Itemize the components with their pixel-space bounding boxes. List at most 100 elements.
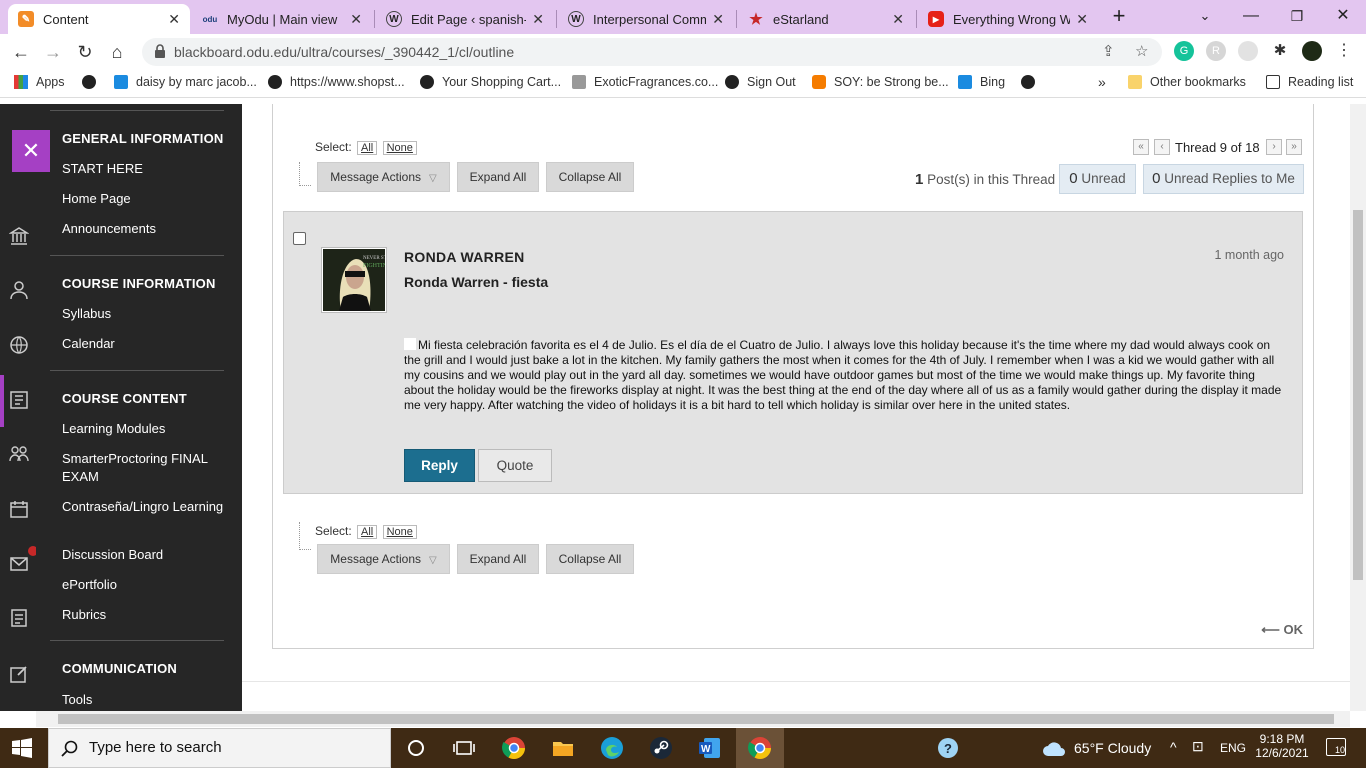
steam-icon[interactable]	[649, 736, 673, 760]
tab-estarland[interactable]: ★ eStarland ✕	[738, 4, 914, 34]
scrollbar-thumb[interactable]	[58, 714, 1334, 724]
close-icon[interactable]: ✕	[350, 11, 362, 28]
tools-edit-icon[interactable]	[9, 664, 29, 684]
bookmark-globe[interactable]	[82, 75, 104, 89]
collapse-all-button[interactable]: Collapse All	[546, 162, 634, 192]
reply-button[interactable]: Reply	[404, 449, 475, 482]
select-all-link[interactable]: All	[357, 525, 378, 539]
scrollbar-thumb[interactable]	[1353, 210, 1363, 580]
notifications-icon[interactable]: 10	[1326, 738, 1346, 756]
restore-icon[interactable]: ❐	[1282, 4, 1312, 28]
minimize-icon[interactable]: —	[1236, 4, 1266, 28]
close-icon[interactable]: ✕	[1076, 11, 1088, 28]
globe-icon[interactable]	[9, 335, 29, 355]
windows-start-icon[interactable]	[12, 738, 32, 758]
edge-icon[interactable]	[600, 736, 624, 760]
menu-item-rubrics[interactable]: Rubrics	[62, 606, 232, 624]
tab-myodu[interactable]: odu MyOdu | Main view ✕	[192, 4, 372, 34]
bookmark-soy[interactable]: SOY: be Strong be...	[812, 75, 949, 89]
bookmark-exotic[interactable]: ExoticFragrances.co...	[572, 75, 718, 89]
menu-item-syllabus[interactable]: Syllabus	[62, 305, 232, 323]
menu-item-announcements[interactable]: Announcements	[62, 220, 232, 238]
reading-list[interactable]: Reading list	[1266, 75, 1353, 89]
close-icon[interactable]: ✕	[712, 11, 724, 28]
profile-icon[interactable]	[9, 280, 29, 300]
home-icon[interactable]: ⌂	[104, 40, 130, 64]
close-menu-button[interactable]: ✕	[12, 130, 50, 172]
calendar-icon[interactable]	[9, 499, 29, 519]
chrome-icon[interactable]	[748, 736, 772, 760]
avatar[interactable]: NEVER STO FIGHTIN	[321, 247, 391, 313]
select-none-link[interactable]: None	[382, 141, 417, 155]
organizations-icon[interactable]	[9, 444, 29, 464]
tab-edit-page[interactable]: W Edit Page ‹ spanish-pc ✕	[376, 4, 554, 34]
previous-thread-icon[interactable]: ‹	[1154, 139, 1170, 155]
menu-kebab-icon[interactable]: ⋮	[1334, 41, 1354, 61]
taskbar-search[interactable]: Type here to search	[48, 728, 391, 768]
grades-icon[interactable]	[9, 608, 29, 628]
select-all-link[interactable]: All	[357, 141, 378, 155]
chevron-up-icon[interactable]: ^	[1170, 739, 1177, 755]
bookmark-shopst[interactable]: https://www.shopst...	[268, 75, 405, 89]
last-thread-icon[interactable]: »	[1286, 139, 1302, 155]
expand-all-button[interactable]: Expand All	[457, 162, 539, 192]
institution-icon[interactable]	[9, 226, 29, 246]
bookmark-apps[interactable]: Apps	[14, 75, 65, 89]
first-thread-icon[interactable]: «	[1133, 139, 1149, 155]
network-icon[interactable]: ⊡	[1192, 738, 1204, 755]
menu-item-eportfolio[interactable]: ePortfolio	[62, 576, 232, 594]
menu-item-start-here[interactable]: START HERE	[62, 160, 232, 178]
quote-button[interactable]: Quote	[478, 449, 552, 482]
extension-circle-icon[interactable]	[1238, 41, 1258, 61]
file-explorer-icon[interactable]	[551, 736, 575, 760]
menu-item-tools[interactable]: Tools	[62, 691, 232, 709]
word-icon[interactable]: W	[698, 736, 722, 760]
profile-avatar[interactable]	[1302, 41, 1322, 61]
expand-all-button-bottom[interactable]: Expand All	[457, 544, 539, 574]
chrome-icon[interactable]	[502, 736, 526, 760]
horizontal-scrollbar[interactable]	[36, 711, 1350, 727]
tab-youtube[interactable]: ▶ Everything Wrong Wit ✕	[918, 4, 1098, 34]
unread-filter-button[interactable]: 0 Unread	[1059, 164, 1136, 194]
unread-replies-filter-button[interactable]: 0 Unread Replies to Me	[1143, 164, 1304, 194]
weather-text[interactable]: 65°F Cloudy	[1074, 740, 1151, 756]
close-icon[interactable]: ✕	[532, 11, 544, 28]
help-icon[interactable]: ?	[936, 736, 960, 760]
message-actions-button-bottom[interactable]: Message Actions ▽	[317, 544, 450, 574]
collapse-all-button-bottom[interactable]: Collapse All	[546, 544, 634, 574]
menu-item-contrasena-lingro[interactable]: Contraseña/Lingro Learning	[62, 498, 232, 516]
tab-content[interactable]: ✎ Content ✕	[8, 4, 190, 34]
forward-icon[interactable]: →	[40, 40, 66, 64]
post-select-checkbox[interactable]	[293, 232, 306, 245]
bookmark-star-icon[interactable]: ☆	[1135, 42, 1148, 60]
extensions-puzzle-icon[interactable]: ✱	[1270, 41, 1290, 61]
close-icon[interactable]: ✕	[168, 11, 180, 28]
cortana-icon[interactable]	[404, 736, 428, 760]
menu-item-discussion-board[interactable]: Discussion Board	[62, 546, 232, 564]
bookmark-signout[interactable]: Sign Out	[725, 75, 796, 89]
new-tab-button[interactable]: +	[1104, 4, 1134, 28]
back-icon[interactable]: ←	[8, 40, 34, 64]
share-icon[interactable]: ⇪	[1102, 42, 1115, 60]
select-none-link[interactable]: None	[382, 525, 417, 539]
menu-item-smarterproctoring[interactable]: SmarterProctoring FINAL EXAM	[62, 450, 232, 486]
messages-icon[interactable]	[9, 554, 29, 574]
vertical-scrollbar[interactable]	[1350, 104, 1366, 711]
bookmark-bing[interactable]: Bing	[958, 75, 1005, 89]
menu-item-learning-modules[interactable]: Learning Modules	[62, 420, 232, 438]
message-actions-button[interactable]: Message Actions ▽	[317, 162, 450, 192]
post-author[interactable]: RONDA WARREN	[404, 249, 525, 265]
bookmarks-overflow[interactable]: »	[1098, 74, 1106, 90]
next-thread-icon[interactable]: ›	[1266, 139, 1282, 155]
ok-button[interactable]: ⟵ OK	[1261, 622, 1303, 638]
window-close-icon[interactable]: ✕	[1328, 4, 1358, 28]
extension-r-icon[interactable]: R	[1206, 41, 1226, 61]
courses-icon[interactable]	[9, 390, 29, 410]
close-icon[interactable]: ✕	[892, 11, 904, 28]
other-bookmarks[interactable]: Other bookmarks	[1128, 75, 1246, 89]
grammarly-icon[interactable]: G	[1174, 41, 1194, 61]
menu-item-calendar[interactable]: Calendar	[62, 335, 232, 353]
bookmark-daisy[interactable]: daisy by marc jacob...	[114, 75, 257, 89]
bookmark-cart[interactable]: Your Shopping Cart...	[420, 75, 561, 89]
bookmark-globe-2[interactable]	[1021, 75, 1043, 89]
